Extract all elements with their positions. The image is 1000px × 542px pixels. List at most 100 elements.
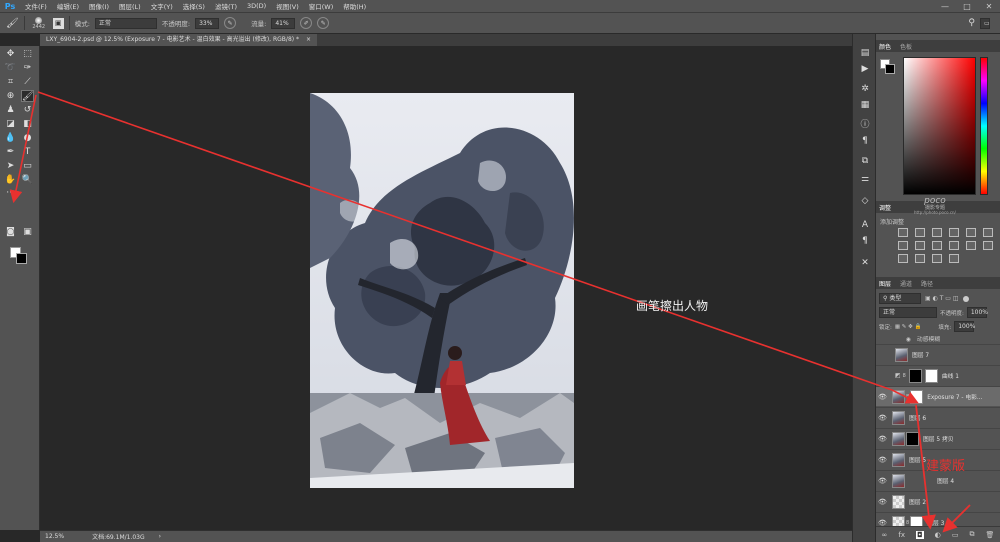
- visibility-eye-icon[interactable]: 👁: [876, 477, 889, 485]
- shape-icon[interactable]: ▭: [21, 160, 34, 172]
- menu-select[interactable]: 选择(S): [178, 1, 210, 11]
- maximize-button[interactable]: □: [956, 2, 978, 11]
- levels-adjust-icon[interactable]: [915, 228, 925, 237]
- fx-icon[interactable]: fx: [898, 531, 905, 539]
- menu-window[interactable]: 窗口(W): [304, 1, 339, 11]
- color-balance-adjust-icon[interactable]: [898, 241, 908, 250]
- fill-input[interactable]: 100%: [954, 321, 975, 332]
- brush-tool-icon[interactable]: 🖌: [6, 18, 19, 29]
- smart-filter-entry[interactable]: ◉ 动感模糊: [906, 334, 940, 343]
- tab-color[interactable]: 颜色: [879, 42, 891, 51]
- photo-filter-adjust-icon[interactable]: [932, 241, 942, 250]
- mode-select[interactable]: 正常: [94, 17, 157, 29]
- more-tools-icon[interactable]: ···: [4, 187, 17, 199]
- channel-mixer-adjust-icon[interactable]: [949, 241, 959, 250]
- gradient-map-adjust-icon[interactable]: [932, 254, 942, 263]
- menu-layer[interactable]: 图层(L): [114, 1, 146, 11]
- eyedropper-icon[interactable]: ⟋: [21, 76, 34, 88]
- marquee-icon[interactable]: ⬚: [21, 48, 34, 60]
- black-white-adjust-icon[interactable]: [915, 241, 925, 250]
- 3d-icon[interactable]: ◇: [858, 194, 872, 208]
- properties-icon[interactable]: ⚌: [858, 172, 872, 186]
- pressure-size-icon[interactable]: ✎: [317, 17, 330, 29]
- color-field[interactable]: [903, 57, 976, 195]
- histogram-icon[interactable]: ▦: [858, 98, 872, 112]
- brush-settings-icon[interactable]: ✲: [858, 82, 872, 96]
- brush-preset-picker[interactable]: 2442: [30, 16, 48, 30]
- exposure-adjust-icon[interactable]: [949, 228, 959, 237]
- visibility-eye-icon[interactable]: 👁: [876, 498, 889, 506]
- menu-help[interactable]: 帮助(H): [338, 1, 371, 11]
- link-icon[interactable]: 8: [906, 520, 909, 526]
- type-icon[interactable]: T: [21, 146, 34, 158]
- link-icon[interactable]: 8: [906, 394, 909, 400]
- stamp-icon[interactable]: ♟: [4, 104, 17, 116]
- zoom-level[interactable]: 12.5%: [45, 533, 64, 540]
- link-layers-icon[interactable]: ∞: [882, 531, 888, 539]
- workspace-select[interactable]: ▭: [980, 17, 990, 29]
- tab-paths[interactable]: 路径: [921, 279, 933, 288]
- blur-icon[interactable]: 💧: [4, 132, 17, 144]
- background-color-swatch[interactable]: [16, 253, 27, 264]
- add-mask-icon[interactable]: ◘: [916, 530, 924, 539]
- airbrush-icon[interactable]: ✐: [300, 17, 313, 29]
- visibility-eye-icon[interactable]: 👁: [876, 414, 889, 422]
- color-lookup-adjust-icon[interactable]: [966, 241, 976, 250]
- layer-row-selected[interactable]: 👁 8 Exposure 7 - 电影...: [876, 386, 1000, 406]
- new-layer-icon[interactable]: ⧉: [969, 530, 974, 539]
- tab-adjustments[interactable]: 调整: [879, 203, 891, 212]
- menu-type[interactable]: 文字(Y): [146, 1, 178, 11]
- close-tab-icon[interactable]: ×: [306, 36, 311, 43]
- pressure-opacity-icon[interactable]: ✎: [224, 17, 237, 29]
- document-canvas-image[interactable]: [310, 93, 574, 488]
- menu-view[interactable]: 视图(V): [271, 1, 304, 11]
- layer-filter-select[interactable]: ⚲ 类型: [879, 293, 921, 304]
- layer-row[interactable]: 👁 图层 2: [876, 491, 1000, 511]
- menu-edit[interactable]: 编辑(E): [52, 1, 84, 11]
- menu-filter[interactable]: 滤镜(T): [210, 1, 242, 11]
- brightness-adjust-icon[interactable]: [898, 228, 908, 237]
- layer-row[interactable]: ◩ 8 曲线 1: [876, 365, 1000, 385]
- layer-row[interactable]: 👁 图层 6: [876, 407, 1000, 427]
- crop-icon[interactable]: ⌗: [4, 76, 17, 88]
- close-button[interactable]: ✕: [978, 2, 1000, 11]
- opacity-input[interactable]: 33%: [195, 17, 220, 29]
- paragraph-style-icon[interactable]: ¶: [858, 234, 872, 248]
- filter-pixel-icon[interactable]: ▣ ◐ T ▭ ◫: [925, 295, 959, 302]
- posterize-adjust-icon[interactable]: [898, 254, 908, 263]
- screen-mode-icon[interactable]: ▣: [21, 226, 34, 238]
- panel-background-swatch[interactable]: [885, 64, 895, 74]
- path-select-icon[interactable]: ➤: [4, 160, 17, 172]
- tools-preset-icon[interactable]: ✕: [858, 256, 872, 270]
- dodge-icon[interactable]: ●: [21, 132, 34, 144]
- hue-slider[interactable]: [980, 57, 988, 195]
- group-folder-icon[interactable]: ▭: [952, 531, 959, 539]
- threshold-adjust-icon[interactable]: [915, 254, 925, 263]
- document-tab[interactable]: LXY_6904-2.psd @ 12.5% (Exposure 7 - 电影艺…: [40, 34, 317, 46]
- brush-icon[interactable]: 🖌: [21, 90, 34, 102]
- quick-select-icon[interactable]: ✑: [21, 62, 34, 74]
- info-icon[interactable]: ⓘ: [858, 118, 872, 132]
- clone-source-icon[interactable]: ⧉: [858, 154, 872, 168]
- visibility-eye-icon[interactable]: 👁: [876, 435, 889, 443]
- vibrance-adjust-icon[interactable]: [966, 228, 976, 237]
- layer-row[interactable]: 图层 7: [876, 344, 1000, 364]
- status-menu-arrow[interactable]: ›: [159, 533, 161, 540]
- history-icon[interactable]: ▤: [858, 46, 872, 60]
- brush-panel-toggle-icon[interactable]: ▣: [52, 17, 64, 29]
- filter-toggle[interactable]: [962, 295, 969, 302]
- search-icon[interactable]: ⚲: [968, 18, 975, 28]
- selective-color-adjust-icon[interactable]: [949, 254, 959, 263]
- layer-row[interactable]: 👁 图层 5 拷贝: [876, 428, 1000, 448]
- history-brush-icon[interactable]: ↺: [21, 104, 34, 116]
- tab-channels[interactable]: 通道: [900, 279, 912, 288]
- link-icon[interactable]: 8: [903, 373, 906, 379]
- eraser-icon[interactable]: ◪: [4, 118, 17, 130]
- hue-saturation-adjust-icon[interactable]: [983, 228, 993, 237]
- healing-icon[interactable]: ⊕: [4, 90, 17, 102]
- menu-3d[interactable]: 3D(D): [242, 2, 271, 10]
- menu-file[interactable]: 文件(F): [20, 1, 52, 11]
- invert-adjust-icon[interactable]: [983, 241, 993, 250]
- quick-mask-icon[interactable]: ◙: [4, 226, 17, 238]
- trash-icon[interactable]: 🗑: [986, 531, 995, 539]
